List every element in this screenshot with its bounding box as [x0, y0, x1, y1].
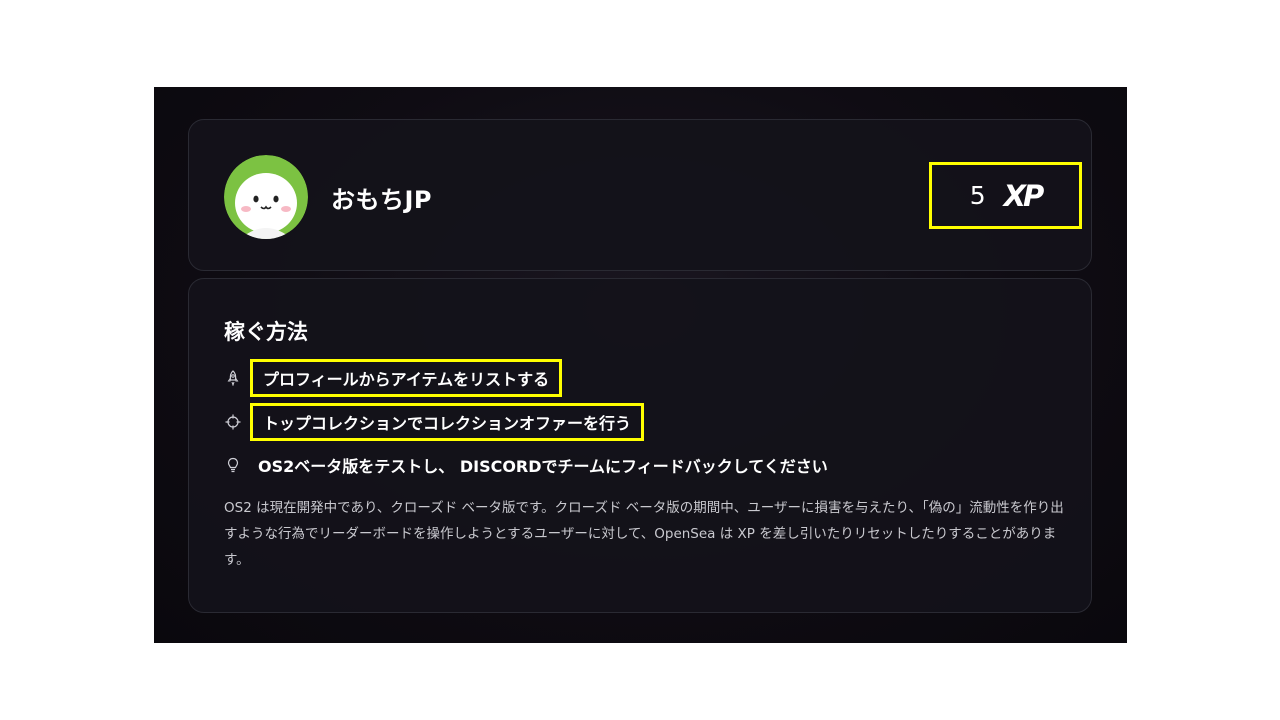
avatar[interactable]: [224, 155, 308, 239]
rewards-panel: おもちJP 5 XP 稼ぐ方法 プロフィールからアイテムをリストする トップコレ…: [154, 87, 1127, 643]
xp-logo: XP: [1003, 178, 1045, 213]
xp-value: 5: [969, 181, 986, 210]
earn-title: 稼ぐ方法: [224, 320, 308, 344]
rocket-icon: [224, 369, 242, 387]
earn-card: 稼ぐ方法 プロフィールからアイテムをリストする トップコレクションでコレクション…: [188, 278, 1092, 613]
mochi-avatar-image: [224, 155, 308, 239]
task-collection-offer[interactable]: トップコレクションでコレクションオファーを行う: [224, 403, 645, 441]
task-list-items[interactable]: プロフィールからアイテムをリストする: [224, 359, 563, 397]
lightbulb-icon: [224, 456, 242, 474]
task-label: OS2ベータ版をテストし、 DISCORDでチームにフィードバックしてください: [258, 457, 828, 476]
crosshair-icon: [224, 413, 242, 431]
xp-badge: 5 XP: [929, 162, 1082, 229]
task-label: プロフィールからアイテムをリストする: [250, 359, 563, 397]
task-beta-feedback[interactable]: OS2ベータ版をテストし、 DISCORDでチームにフィードバックしてください: [224, 447, 836, 483]
username: おもちJP: [331, 186, 433, 214]
task-label: トップコレクションでコレクションオファーを行う: [250, 403, 645, 441]
beta-disclaimer: OS2 は現在開発中であり、クローズド ベータ版です。クローズド ベータ版の期間…: [224, 500, 1064, 568]
profile-card: おもちJP 5 XP: [188, 119, 1092, 271]
